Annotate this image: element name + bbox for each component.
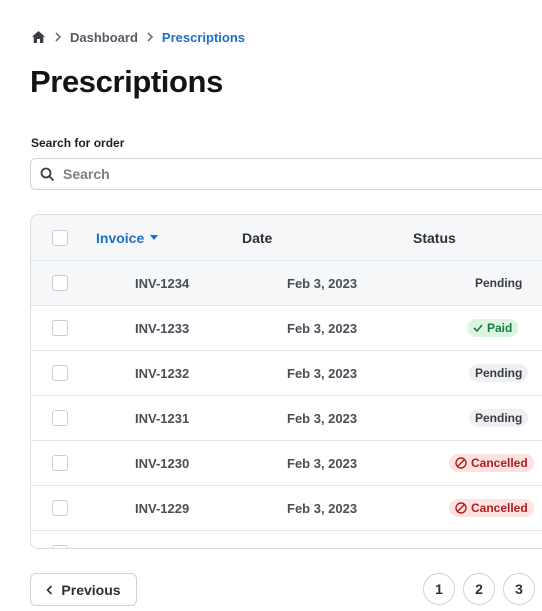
status-badge: Pending <box>469 364 529 382</box>
date-cell: Feb 3, 2023 <box>287 275 358 291</box>
chevron-right-icon <box>54 32 62 42</box>
status-cell: Cancelled <box>449 486 542 530</box>
chevron-right-icon <box>146 32 154 42</box>
status-badge: Cancelled <box>449 454 534 472</box>
date-cell: Feb 3, 2023 <box>287 455 358 471</box>
table-header: Invoice Date Status <box>31 215 542 261</box>
invoice-cell: INV-1232 <box>135 365 190 381</box>
status-badge: Paid <box>467 319 519 337</box>
search-label: Search for order <box>31 136 125 150</box>
status-badge: Cancelled <box>449 499 534 517</box>
status-label: Cancelled <box>471 456 528 470</box>
table-row-partial[interactable] <box>31 531 542 548</box>
status-cell: Pending <box>463 396 542 440</box>
row-checkbox[interactable] <box>52 545 68 548</box>
breadcrumb: Dashboard Prescriptions <box>31 28 245 46</box>
table-row[interactable]: INV-1229 Feb 3, 2023 Cancelled <box>31 486 542 531</box>
row-checkbox[interactable] <box>52 365 68 381</box>
previous-page-button[interactable]: Previous <box>30 573 137 606</box>
row-checkbox[interactable] <box>52 410 68 426</box>
invoice-cell: INV-1231 <box>135 410 190 426</box>
invoice-cell: INV-1233 <box>135 320 190 336</box>
row-checkbox[interactable] <box>52 455 68 471</box>
table-row[interactable]: INV-1232 Feb 3, 2023 Pending <box>31 351 542 396</box>
table-row[interactable]: INV-1230 Feb 3, 2023 Cancelled <box>31 441 542 486</box>
home-icon <box>32 31 45 43</box>
invoice-cell: INV-1230 <box>135 455 190 471</box>
invoice-cell: INV-1229 <box>135 500 190 516</box>
status-cell: Pending <box>463 261 542 305</box>
chevron-left-icon <box>46 584 53 595</box>
row-checkbox[interactable] <box>52 320 68 336</box>
breadcrumb-dashboard[interactable]: Dashboard <box>70 30 138 45</box>
status-badge: Pending <box>469 409 529 427</box>
page-button-2[interactable]: 2 <box>463 573 495 605</box>
table-row[interactable]: INV-1234 Feb 3, 2023 Pending <box>31 261 542 306</box>
table-row[interactable]: INV-1233 Feb 3, 2023 Paid <box>31 306 542 351</box>
cancel-icon <box>455 457 467 469</box>
status-label: Pending <box>475 366 523 380</box>
search-field[interactable] <box>30 158 542 190</box>
page-button-1[interactable]: 1 <box>423 573 455 605</box>
date-cell: Feb 3, 2023 <box>287 320 358 336</box>
invoice-cell: INV-1234 <box>135 275 190 291</box>
date-cell: Feb 3, 2023 <box>287 365 358 381</box>
status-label: Pending <box>475 411 523 425</box>
breadcrumb-prescriptions[interactable]: Prescriptions <box>162 30 245 45</box>
column-header-invoice[interactable]: Invoice <box>96 229 159 246</box>
status-badge: Pending <box>469 274 528 292</box>
status-label: Pending <box>475 276 523 290</box>
column-header-invoice-label: Invoice <box>96 229 145 246</box>
column-header-status[interactable]: Status <box>413 230 456 246</box>
sort-down-icon <box>150 235 159 240</box>
status-label: Paid <box>487 321 513 335</box>
date-cell: Feb 3, 2023 <box>287 500 358 516</box>
search-input[interactable] <box>63 159 542 189</box>
status-cell: Paid <box>463 306 542 350</box>
search-icon <box>31 167 63 182</box>
page-button-3[interactable]: 3 <box>503 573 535 605</box>
status-cell: Pending <box>463 351 542 395</box>
cancel-icon <box>455 502 467 514</box>
status-cell: Cancelled <box>449 441 542 485</box>
date-cell: Feb 3, 2023 <box>287 410 358 426</box>
status-label: Cancelled <box>471 501 528 515</box>
row-checkbox[interactable] <box>52 275 68 291</box>
home-link[interactable] <box>31 30 46 44</box>
page-title: Prescriptions <box>30 64 223 99</box>
check-icon <box>473 324 483 332</box>
select-all-checkbox[interactable] <box>52 229 68 246</box>
previous-page-label: Previous <box>61 581 121 598</box>
table-row[interactable]: INV-1231 Feb 3, 2023 Pending <box>31 396 542 441</box>
orders-table: Invoice Date Status INV-1234 Feb 3, 2023… <box>30 214 542 549</box>
row-checkbox[interactable] <box>52 500 68 516</box>
column-header-date[interactable]: Date <box>242 230 272 246</box>
page: Dashboard Prescriptions Prescriptions Se… <box>0 0 542 611</box>
